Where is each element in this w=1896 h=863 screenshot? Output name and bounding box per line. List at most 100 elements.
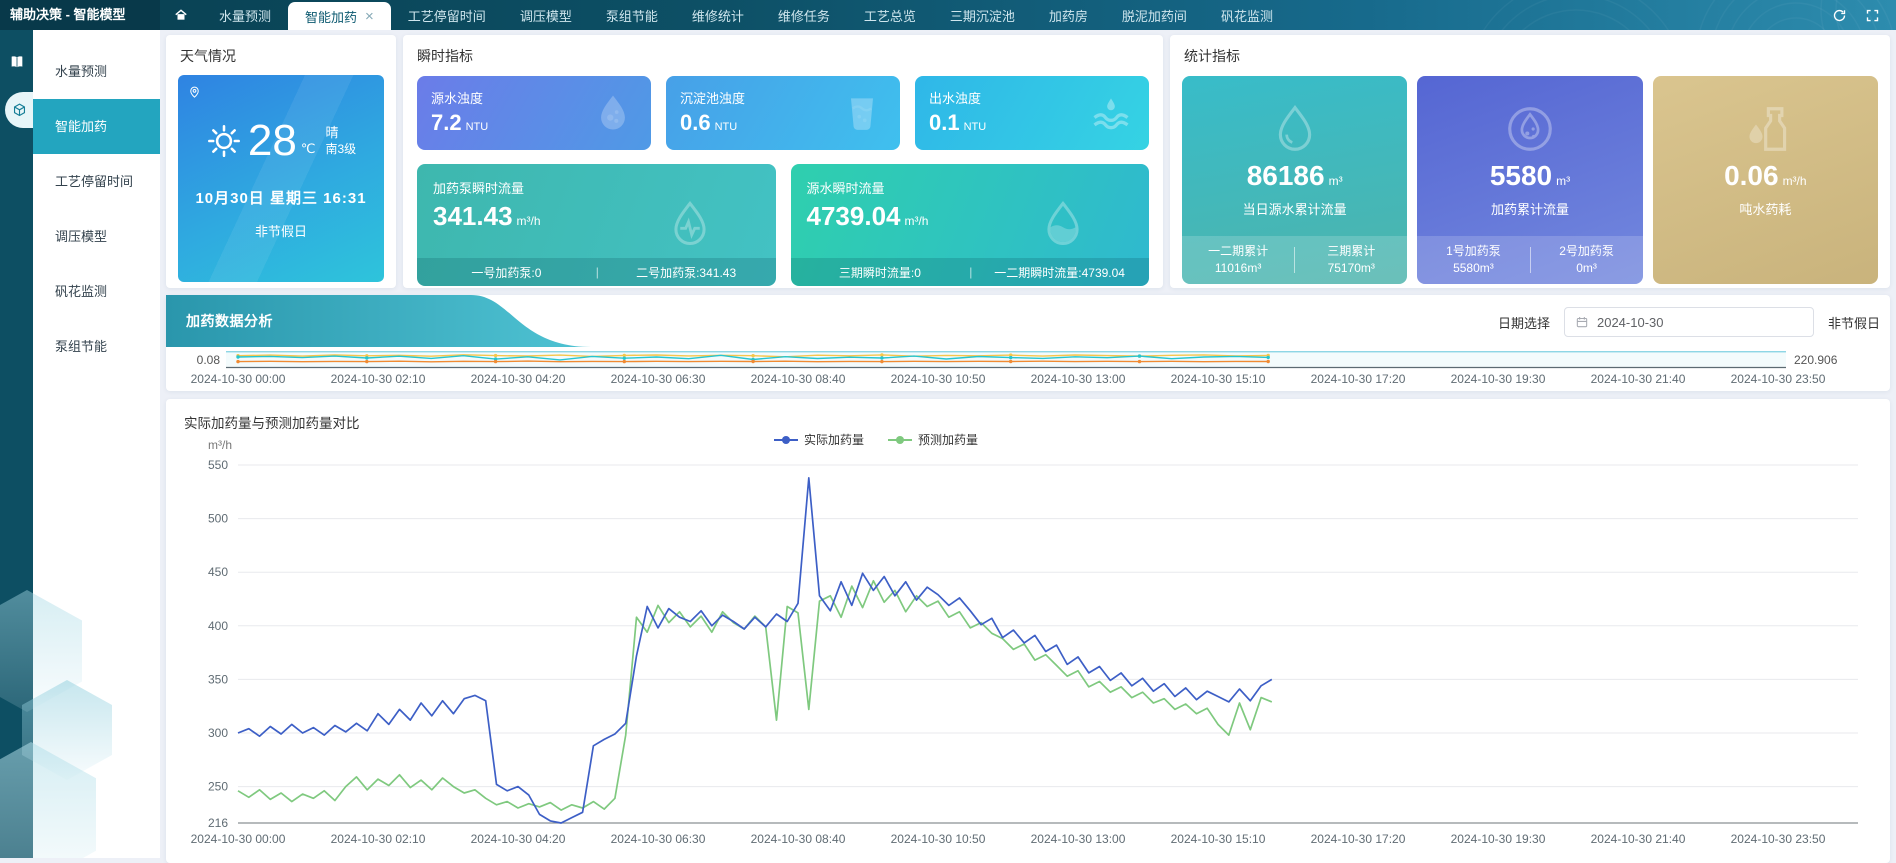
slider-axis-label: 2024-10-30 19:30 (1451, 372, 1546, 386)
slider-axis-label: 2024-10-30 04:20 (471, 372, 566, 386)
tile-unit: NTU (715, 121, 738, 133)
stat-value: 5580m³ (1417, 162, 1642, 190)
svg-text:2024-10-30 02:10: 2024-10-30 02:10 (331, 832, 426, 846)
home-button[interactable] (160, 0, 202, 30)
beaker-icon (840, 91, 884, 135)
sidebar-item-工艺停留时间[interactable]: 工艺停留时间 (33, 154, 160, 209)
date-input[interactable]: 2024-10-30 (1564, 307, 1814, 337)
tab-close-icon[interactable]: × (365, 9, 374, 24)
top-bar: 辅助决策 - 智能模型 水量预测智能加药× 工艺停留时间 调压模型 泵组节能维修统计维… (0, 0, 1896, 30)
svg-text:2024-10-30 10:50: 2024-10-30 10:50 (891, 832, 986, 846)
svg-text:2024-10-30 00:00: 2024-10-30 00:00 (191, 832, 286, 846)
tab-label: 调压模型 (520, 6, 572, 25)
holiday-flag: 非节假日 (1828, 313, 1880, 332)
date-picker-label: 日期选择 (1498, 313, 1550, 332)
model-module-button[interactable] (5, 92, 33, 128)
weather-panel: 28 ℃ 晴 南3级 10月30日 星期三 16:31 非节假日 (178, 75, 384, 282)
tile-label: 源水瞬时流量 (807, 178, 1134, 197)
stat-value: 0.06m³/h (1653, 162, 1878, 190)
ribbon-header: 加药数据分析 (166, 295, 596, 347)
model-cube-icon (11, 102, 28, 119)
tile-unit: m³/h (517, 214, 541, 228)
datazoom-slider[interactable] (226, 351, 1786, 369)
handbook-button[interactable] (0, 54, 33, 70)
sidebar-item-矾花监测[interactable]: 矾花监测 (33, 264, 160, 319)
tab-智能加药[interactable]: 智能加药× (288, 2, 391, 30)
tab-调压模型[interactable]: 调压模型 (503, 0, 589, 30)
date-picker-row: 日期选择 2024-10-30 非节假日 (1498, 307, 1880, 337)
stat-tile-footer: 一二期累计11016m³三期累计75170m³ (1182, 236, 1407, 284)
tab-label: 工艺停留时间 (408, 6, 486, 25)
tab-三期沉淀池[interactable]: 三期沉淀池 (933, 0, 1032, 30)
svg-text:2024-10-30 06:30: 2024-10-30 06:30 (611, 832, 706, 846)
tab-矾花监测[interactable]: 矾花监测 (1204, 0, 1290, 30)
wave-pattern-decor (1276, 0, 1896, 30)
slider-axis-label: 2024-10-30 08:40 (751, 372, 846, 386)
tab-label: 加药房 (1049, 6, 1088, 25)
sidebar-item-泵组节能[interactable]: 泵组节能 (33, 319, 160, 374)
footer-col: 2号加药泵0m³ (1531, 243, 1643, 277)
footer-right-value: 二号加药泵:341.43 (597, 264, 776, 281)
metric-tile-沉淀池浊度: 沉淀池浊度0.6NTU (666, 76, 900, 150)
temperature-unit: ℃ (301, 141, 316, 157)
legend-item-预测加药量[interactable]: 预测加药量 (888, 431, 978, 448)
tile-unit: m³/h (904, 214, 928, 228)
date-text: 10月30日 (195, 190, 264, 207)
svg-text:216: 216 (208, 816, 228, 830)
tab-水量预测[interactable]: 水量预测 (202, 0, 288, 30)
open-book-icon (8, 54, 26, 70)
footer-col: 三期累计75170m³ (1295, 243, 1407, 277)
tab-加药房[interactable]: 加药房 (1032, 0, 1105, 30)
tab-工艺停留时间[interactable]: 工艺停留时间 (391, 0, 503, 30)
sidebar-item-水量预测[interactable]: 水量预测 (33, 44, 160, 99)
datazoom-max-label: 220.906 (1794, 353, 1837, 367)
tab-label: 矾花监测 (1221, 6, 1273, 25)
slider-axis-label: 2024-10-30 23:50 (1731, 372, 1826, 386)
tab-label: 泵组节能 (606, 6, 658, 25)
svg-text:m³/h: m³/h (208, 438, 232, 452)
tab-维修任务[interactable]: 维修任务 (761, 0, 847, 30)
footer-col-label: 2号加药泵 (1531, 243, 1643, 260)
tab-label: 工艺总览 (864, 6, 916, 25)
wind-text: 南3级 (325, 143, 356, 156)
tab-维修统计[interactable]: 维修统计 (675, 0, 761, 30)
footer-right-value: 一二期瞬时流量:4739.04 (970, 264, 1149, 281)
tab-label: 水量预测 (219, 6, 271, 25)
droplet-pulse-icon (664, 198, 716, 250)
instant-metrics-card: 瞬时指标 源水浊度7.2NTU沉淀池浊度0.6NTU出水浊度0.1NTU 加药泵… (403, 35, 1163, 288)
app-title: 辅助决策 - 智能模型 (0, 0, 160, 30)
tile-label: 加药泵瞬时流量 (433, 178, 760, 197)
turbidity-tiles: 源水浊度7.2NTU沉淀池浊度0.6NTU出水浊度0.1NTU (417, 76, 1149, 150)
droplet-half-icon (1037, 198, 1089, 250)
stat-unit: m³ (1329, 174, 1343, 188)
sun-icon (206, 123, 242, 159)
footer-left-value: 三期瞬时流量:0 (791, 264, 970, 281)
sidebar-item-智能加药[interactable]: 智能加药 (33, 99, 160, 154)
sidebar-item-调压模型[interactable]: 调压模型 (33, 209, 160, 264)
statistic-metrics-title: 统计指标 (1182, 35, 1878, 66)
footer-col-value: 0m³ (1531, 260, 1643, 277)
slider-axis-label: 2024-10-30 17:20 (1311, 372, 1406, 386)
dosing-compare-chart[interactable]: 216250300350400450500550m³/h2024-10-30 0… (166, 399, 1890, 863)
time-text: 16:31 (323, 190, 366, 207)
fullscreen-button[interactable] (1865, 8, 1880, 23)
flow-tile-加药泵瞬时流量: 加药泵瞬时流量341.43m³/h一号加药泵:0|二号加药泵:341.43 (417, 164, 776, 286)
tab-泵组节能[interactable]: 泵组节能 (589, 0, 675, 30)
stat-tile-加药累计流量: 5580m³加药累计流量1号加药泵5580m³2号加药泵0m³ (1417, 76, 1642, 284)
tab-工艺总览[interactable]: 工艺总览 (847, 0, 933, 30)
chart-legend: 实际加药量 预测加药量 (774, 431, 978, 448)
svg-text:2024-10-30 08:40: 2024-10-30 08:40 (751, 832, 846, 846)
legend-item-实际加药量[interactable]: 实际加药量 (774, 431, 864, 448)
tile-unit: NTU (964, 121, 987, 133)
footer-col: 1号加药泵5580m³ (1417, 243, 1529, 277)
tab-label: 维修任务 (778, 6, 830, 25)
tile-footer: 三期瞬时流量:0|一二期瞬时流量:4739.04 (791, 258, 1150, 286)
location-pin-icon (187, 84, 202, 99)
tab-脱泥加药间[interactable]: 脱泥加药间 (1105, 0, 1204, 30)
stat-tile-吨水药耗: 0.06m³/h吨水药耗 (1653, 76, 1878, 284)
stat-tile-当日源水累计流量: 86186m³当日源水累计流量一二期累计11016m³三期累计75170m³ (1182, 76, 1407, 284)
svg-text:400: 400 (208, 619, 228, 633)
refresh-button[interactable] (1832, 8, 1847, 23)
droplet-outline-icon (1268, 102, 1322, 156)
tile-footer: 一号加药泵:0|二号加药泵:341.43 (417, 258, 776, 286)
